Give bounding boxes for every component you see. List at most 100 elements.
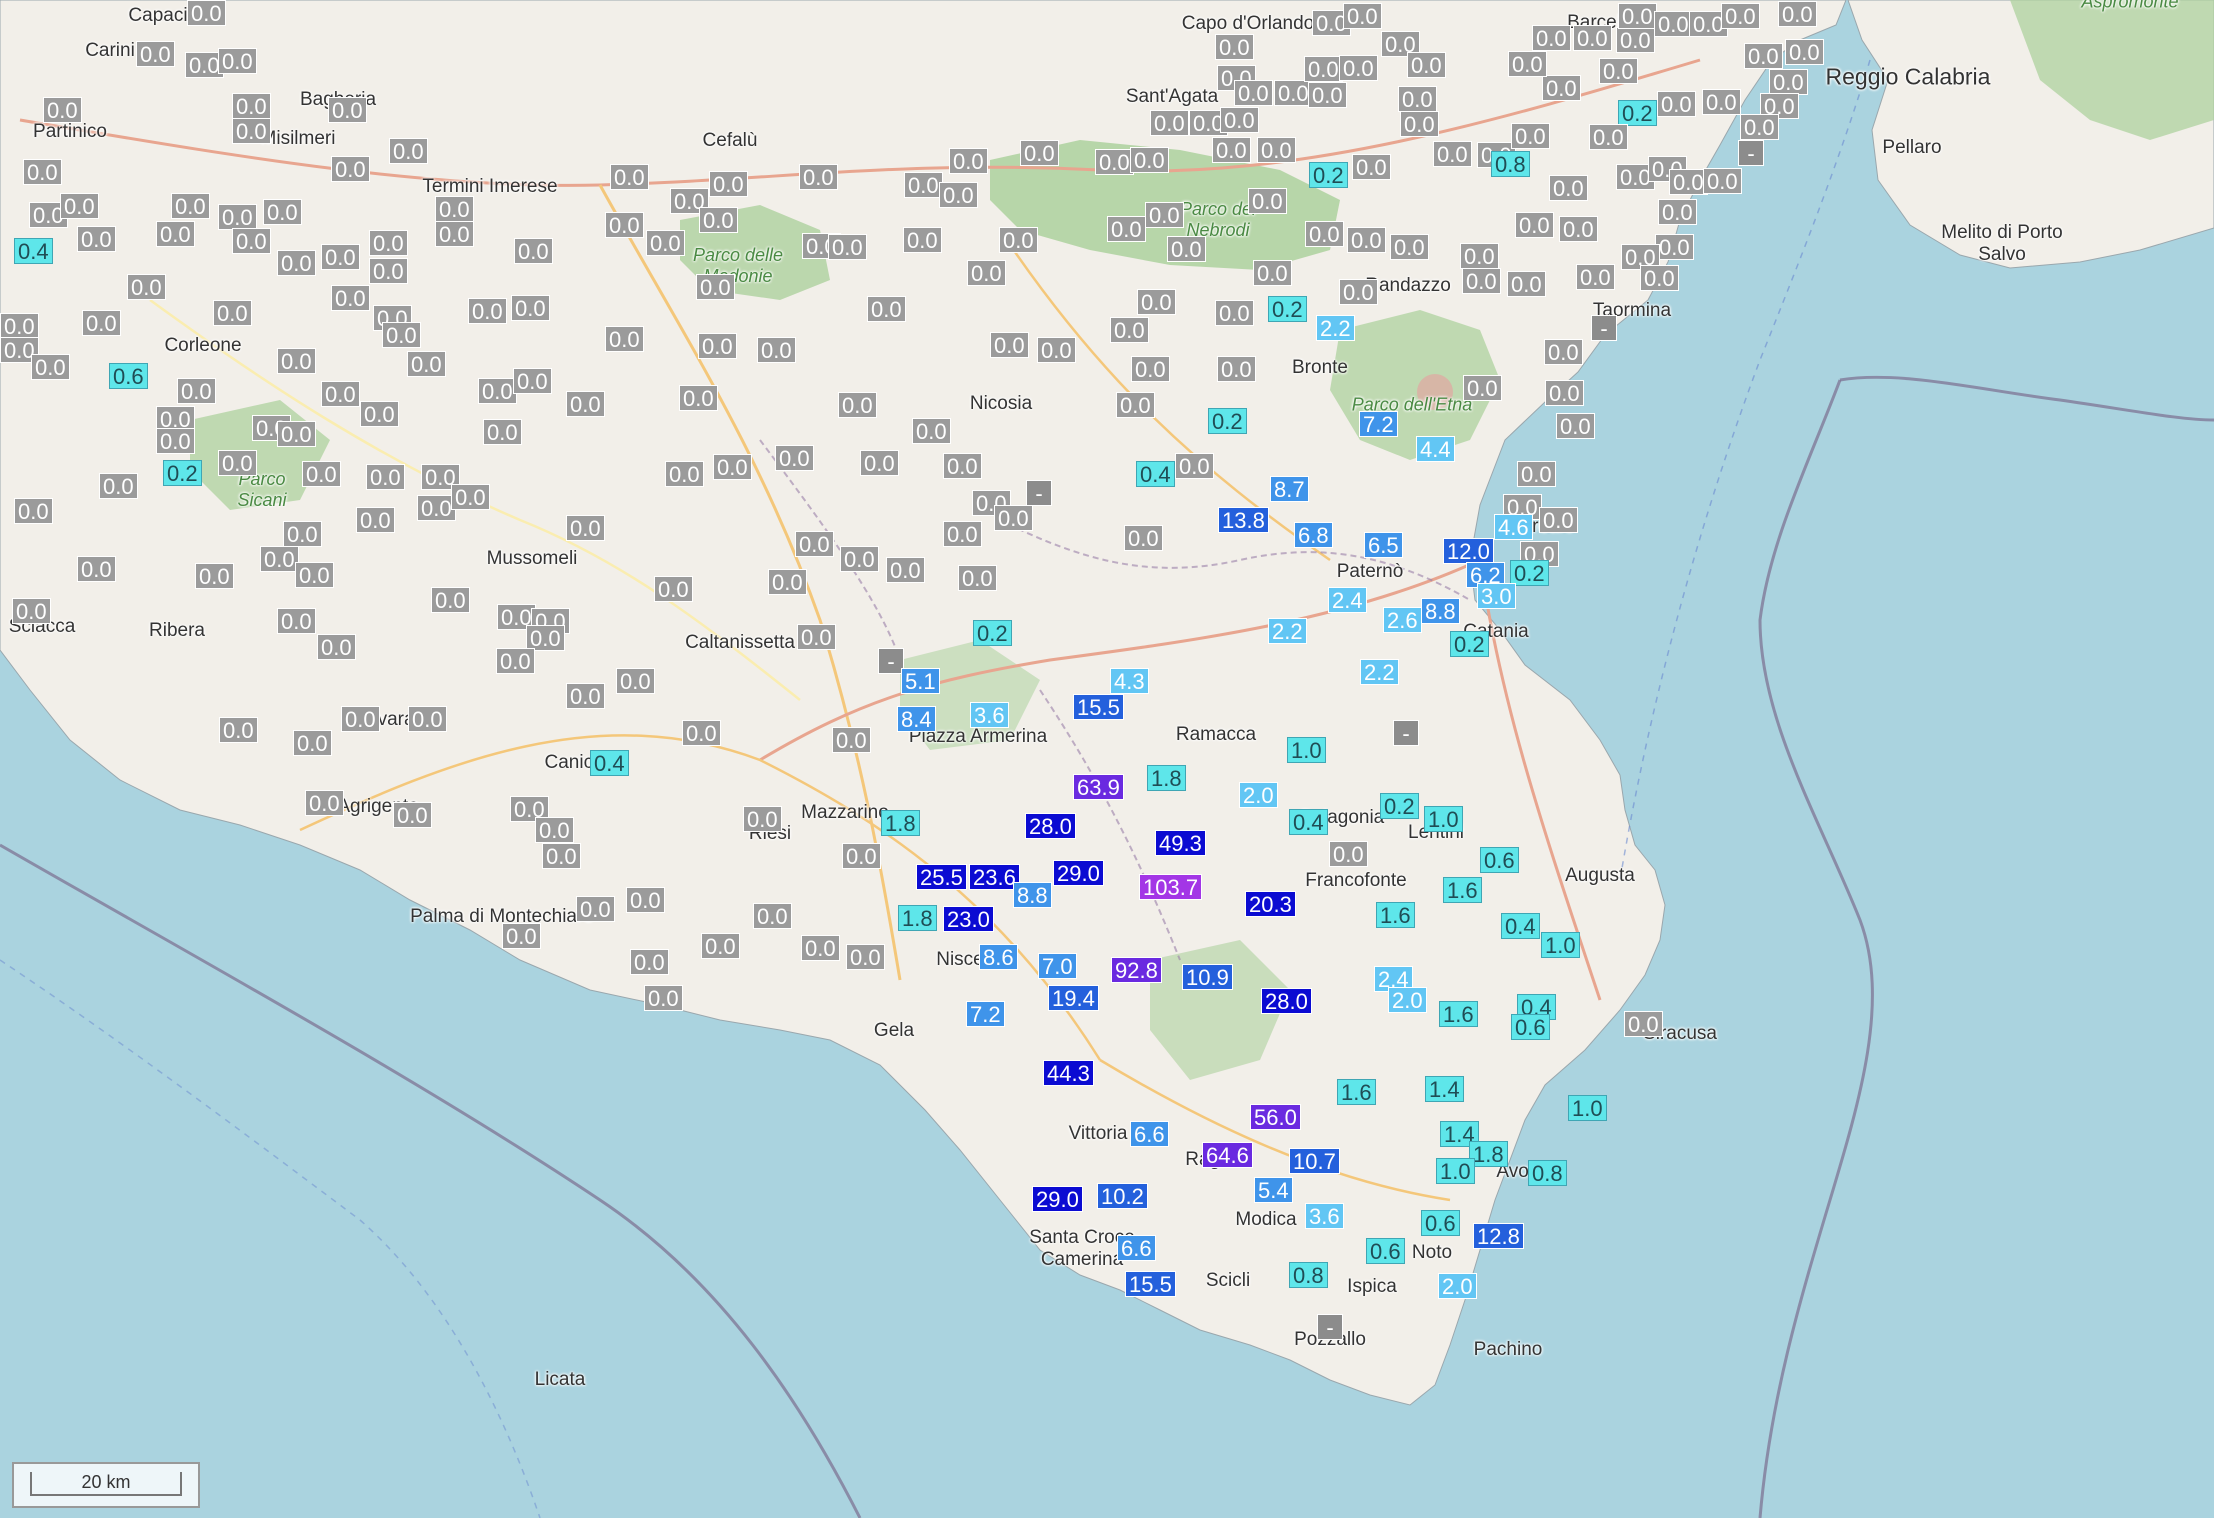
- station-marker[interactable]: 0.0: [644, 985, 683, 1011]
- station-marker[interactable]: 0.0: [317, 634, 356, 660]
- station-marker[interactable]: 0.0: [1740, 114, 1779, 140]
- station-marker[interactable]: 0.0: [1253, 260, 1292, 286]
- station-marker[interactable]: 3.6: [970, 702, 1009, 728]
- station-marker[interactable]: 0.0: [646, 230, 685, 256]
- station-marker[interactable]: 0.0: [1508, 51, 1547, 77]
- station-marker[interactable]: 0.0: [610, 164, 649, 190]
- station-marker[interactable]: 0.0: [468, 298, 507, 324]
- station-marker[interactable]: 0.0: [626, 887, 665, 913]
- station-marker[interactable]: 0.0: [943, 453, 982, 479]
- station-marker[interactable]: 0.0: [417, 495, 456, 521]
- station-marker[interactable]: 0.4: [1136, 461, 1175, 487]
- station-marker[interactable]: 0.0: [665, 461, 704, 487]
- station-marker[interactable]: 25.5: [916, 864, 967, 890]
- station-marker[interactable]: 0.0: [407, 351, 446, 377]
- station-marker[interactable]: 0.0: [341, 706, 380, 732]
- station-marker[interactable]: 0.0: [366, 464, 405, 490]
- station-marker[interactable]: 0.0: [958, 565, 997, 591]
- station-marker[interactable]: 0.0: [260, 546, 299, 572]
- station-marker[interactable]: 0.0: [1544, 339, 1583, 365]
- station-marker[interactable]: 0.0: [232, 118, 271, 144]
- station-marker[interactable]: 7.2: [1359, 411, 1398, 437]
- station-marker[interactable]: 0.0: [860, 450, 899, 476]
- station-marker[interactable]: 0.0: [1744, 43, 1783, 69]
- station-marker[interactable]: 0.0: [23, 159, 62, 185]
- station-marker[interactable]: 0.2: [973, 620, 1012, 646]
- station-marker[interactable]: 12.8: [1473, 1223, 1524, 1249]
- station-marker-nodata[interactable]: -: [1317, 1314, 1343, 1340]
- station-marker[interactable]: 0.2: [1309, 162, 1348, 188]
- station-marker[interactable]: 0.0: [496, 648, 535, 674]
- station-marker[interactable]: 29.0: [1053, 860, 1104, 886]
- station-marker[interactable]: 49.3: [1155, 830, 1206, 856]
- station-marker[interactable]: 2.2: [1268, 618, 1307, 644]
- station-marker[interactable]: 0.0: [699, 207, 738, 233]
- station-marker[interactable]: 0.0: [1769, 69, 1808, 95]
- station-marker[interactable]: 5.4: [1254, 1177, 1293, 1203]
- station-marker[interactable]: 8.4: [897, 706, 936, 732]
- station-marker[interactable]: 0.0: [277, 250, 316, 276]
- station-marker[interactable]: 0.0: [156, 221, 195, 247]
- station-marker[interactable]: 0.0: [1398, 86, 1437, 112]
- station-marker[interactable]: 10.7: [1289, 1148, 1340, 1174]
- station-marker[interactable]: 0.0: [511, 295, 550, 321]
- station-marker[interactable]: 0.0: [277, 421, 316, 447]
- station-marker[interactable]: 56.0: [1250, 1104, 1301, 1130]
- station-marker[interactable]: 0.0: [12, 598, 51, 624]
- station-marker[interactable]: 0.0: [1542, 75, 1581, 101]
- station-marker[interactable]: 0.0: [1137, 289, 1176, 315]
- station-marker[interactable]: 0.0: [1462, 268, 1501, 294]
- station-marker[interactable]: 8.8: [1013, 882, 1052, 908]
- station-marker[interactable]: 0.0: [743, 806, 782, 832]
- station-marker-nodata[interactable]: -: [1738, 140, 1764, 166]
- station-marker[interactable]: 0.0: [1131, 356, 1170, 382]
- station-marker[interactable]: 6.6: [1117, 1235, 1156, 1261]
- station-marker[interactable]: 0.0: [195, 563, 234, 589]
- station-marker[interactable]: 0.0: [77, 226, 116, 252]
- station-marker[interactable]: 0.0: [630, 949, 669, 975]
- station-marker[interactable]: 0.0: [1654, 11, 1693, 37]
- station-marker[interactable]: 0.0: [1167, 236, 1206, 262]
- station-marker[interactable]: 0.0: [799, 164, 838, 190]
- station-marker[interactable]: 5.1: [901, 668, 940, 694]
- station-marker[interactable]: 0.0: [435, 221, 474, 247]
- station-marker[interactable]: 6.6: [1130, 1121, 1169, 1147]
- station-marker[interactable]: 0.0: [566, 683, 605, 709]
- station-marker[interactable]: 0.0: [679, 385, 718, 411]
- station-marker[interactable]: 13.8: [1218, 507, 1269, 533]
- station-marker[interactable]: 0.0: [1655, 234, 1694, 260]
- station-marker[interactable]: 4.4: [1416, 436, 1455, 462]
- station-marker[interactable]: 0.0: [1599, 58, 1638, 84]
- station-marker[interactable]: 0.0: [757, 337, 796, 363]
- station-marker[interactable]: 0.0: [328, 97, 367, 123]
- station-marker[interactable]: 0.0: [171, 193, 210, 219]
- station-marker[interactable]: 6.5: [1364, 532, 1403, 558]
- station-marker[interactable]: 0.0: [753, 903, 792, 929]
- station-marker[interactable]: 0.6: [1511, 1014, 1550, 1040]
- station-marker[interactable]: 0.0: [840, 546, 879, 572]
- station-marker[interactable]: 0.0: [999, 227, 1038, 253]
- station-marker[interactable]: 0.8: [1528, 1160, 1567, 1186]
- station-marker[interactable]: 10.9: [1182, 964, 1233, 990]
- station-marker[interactable]: 0.0: [912, 418, 951, 444]
- station-marker[interactable]: 0.0: [1248, 188, 1287, 214]
- station-marker[interactable]: 15.5: [1073, 694, 1124, 720]
- station-marker[interactable]: 0.0: [331, 156, 370, 182]
- station-marker[interactable]: 0.0: [31, 354, 70, 380]
- station-marker[interactable]: 0.0: [177, 378, 216, 404]
- station-marker[interactable]: 4.6: [1494, 514, 1533, 540]
- station-marker[interactable]: 0.2: [1208, 408, 1247, 434]
- station-marker[interactable]: 0.0: [213, 300, 252, 326]
- station-marker[interactable]: 0.0: [709, 171, 748, 197]
- station-marker[interactable]: 20.3: [1245, 891, 1296, 917]
- station-marker[interactable]: 0.8: [1491, 151, 1530, 177]
- station-marker-nodata[interactable]: -: [1026, 480, 1052, 506]
- station-marker[interactable]: 0.0: [1785, 39, 1824, 65]
- station-marker[interactable]: 0.0: [576, 896, 615, 922]
- station-marker[interactable]: 0.0: [1329, 841, 1368, 867]
- station-marker[interactable]: 0.0: [1304, 56, 1343, 82]
- station-marker[interactable]: 1.6: [1443, 877, 1482, 903]
- station-marker[interactable]: 0.0: [828, 234, 867, 260]
- station-marker[interactable]: 0.0: [1640, 265, 1679, 291]
- station-marker[interactable]: 0.0: [1556, 413, 1595, 439]
